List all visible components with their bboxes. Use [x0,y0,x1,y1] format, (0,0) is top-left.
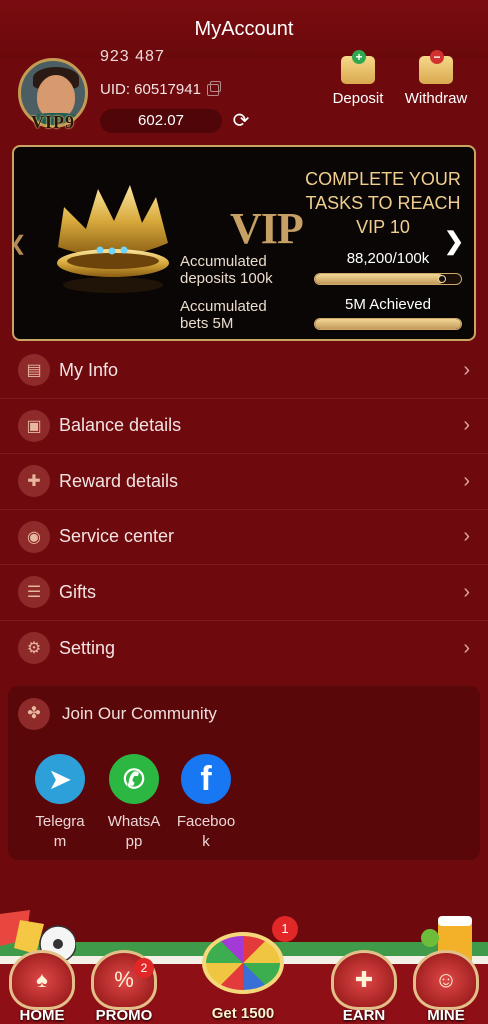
mine-icon: ☺ [413,950,479,1010]
gift-icon: ✚ [331,950,397,1010]
chevron-right-icon: › [463,414,470,437]
menu-item-label: Gifts [59,581,97,602]
bottom-navigation: ♠ HOME % 2 PROMO 1 Get 1500 ✚ EARN ☺ MIN… [0,910,488,1024]
deposit-progress-bar [314,273,462,285]
profile-section: VIP9 923 487 UID: 60517941 602.07 ⟳ + De… [0,48,488,142]
nav-mine-label: MINE [427,1007,465,1024]
menu-item-label: Setting [59,637,116,658]
headset-icon: ◉ [18,520,50,553]
withdraw-label: Withdraw [404,90,468,107]
partial-text: 923 487 [100,48,165,65]
clover-icon: ✤ [18,698,50,730]
wallet-icon: ▣ [18,409,50,442]
menu-item-label: Reward details [59,470,179,491]
vip-logo: VIP [230,204,304,253]
withdraw-wallet-icon: − [419,50,453,84]
community-title: Join Our Community [62,704,217,723]
telegram-icon: ➤ [35,754,85,804]
community-panel: ✤ Join Our Community ➤ Telegram ✆ WhatsA… [8,686,480,860]
nav-home-label: HOME [19,1007,65,1024]
deposit-button[interactable]: + Deposit [318,50,398,107]
menu-item-reward-details[interactable]: ✚ Reward details › [0,454,488,510]
refresh-icon[interactable]: ⟳ [230,110,252,132]
uid-text: UID: 60517941 [100,81,201,98]
vip-task-title: COMPLETE YOUR TASKS TO REACH VIP 10 [305,169,461,237]
wheel-label: Get 1500 [211,1005,275,1022]
nav-promo-label: PROMO [95,1007,153,1024]
whatsapp-link[interactable]: ✆ WhatsApp [98,754,170,852]
home-icon: ♠ [9,950,75,1010]
id-card-icon: ▤ [18,354,50,387]
withdraw-button[interactable]: − Withdraw [396,50,476,107]
nav-home[interactable]: ♠ HOME [2,950,82,1024]
bets-requirement-label: Accumulated bets 5M [180,298,267,332]
nav-mine[interactable]: ☺ MINE [406,950,486,1024]
nav-earn[interactable]: ✚ EARN [324,950,404,1024]
vip-level-badge: VIP9 [31,112,75,132]
telegram-link[interactable]: ➤ Telegram [24,754,96,852]
carousel-left-notch: ❮ [14,231,27,257]
facebook-link[interactable]: f Facebook [170,754,242,852]
menu-item-service-center[interactable]: ◉ Service center › [0,510,488,565]
facebook-label: Facebook [176,813,236,850]
telegram-label: Telegram [35,813,85,850]
promo-badge: 2 [134,958,154,978]
crown-icon [57,185,169,293]
gear-icon: ⚙ [18,632,50,665]
facebook-icon: f [181,754,231,804]
deposit-progress-knob [437,275,446,283]
nav-promo[interactable]: % 2 PROMO [84,950,164,1024]
deposit-label: Deposit [332,90,384,107]
vip-task-card[interactable]: ❮ VIP COMPLETE YOUR TASKS TO REACH VIP 1… [12,145,476,341]
chevron-right-icon: › [463,525,470,548]
deposit-requirement-label: Accumulated deposits 100k [180,253,273,287]
bets-progress-bar [314,318,462,330]
nav-lucky-wheel[interactable]: 1 Get 1500 [184,916,302,1024]
whatsapp-icon: ✆ [109,754,159,804]
wheel-badge: 1 [272,916,298,942]
bets-progress-fill [315,319,461,329]
bets-requirement-value: 5M Achieved [345,296,431,313]
deposit-wallet-icon: + [341,50,375,84]
lucky-wheel-icon [202,932,284,994]
menu-item-label: Service center [59,526,175,547]
menu-item-my-info[interactable]: ▤ My Info › [0,343,488,399]
menu-item-setting[interactable]: ⚙ Setting › [0,621,488,677]
copy-icon[interactable] [206,80,221,96]
menu-item-balance-details[interactable]: ▣ Balance details › [0,399,488,454]
chevron-right-icon: › [463,358,470,381]
chevron-right-icon: › [463,469,470,492]
nav-earn-label: EARN [342,1007,386,1024]
deposit-progress-fill [315,274,444,284]
ticket-icon: ☰ [18,576,50,609]
uid-row: UID: 60517941 [100,80,221,98]
menu-item-label: Balance details [59,415,182,436]
page-title: MyAccount [194,17,294,40]
menu-item-label: My Info [59,359,119,380]
menu-item-gifts[interactable]: ☰ Gifts › [0,565,488,621]
gift-box-icon: ✚ [18,465,50,498]
whatsapp-label: WhatsApp [107,813,161,850]
chevron-right-icon: › [463,636,470,659]
chevron-right-icon: › [463,580,470,603]
deposit-requirement-value: 88,200/100k [346,250,430,267]
balance-display: 602.07 [100,109,222,133]
account-menu: ▤ My Info › ▣ Balance details › ✚ Reward… [0,343,488,676]
